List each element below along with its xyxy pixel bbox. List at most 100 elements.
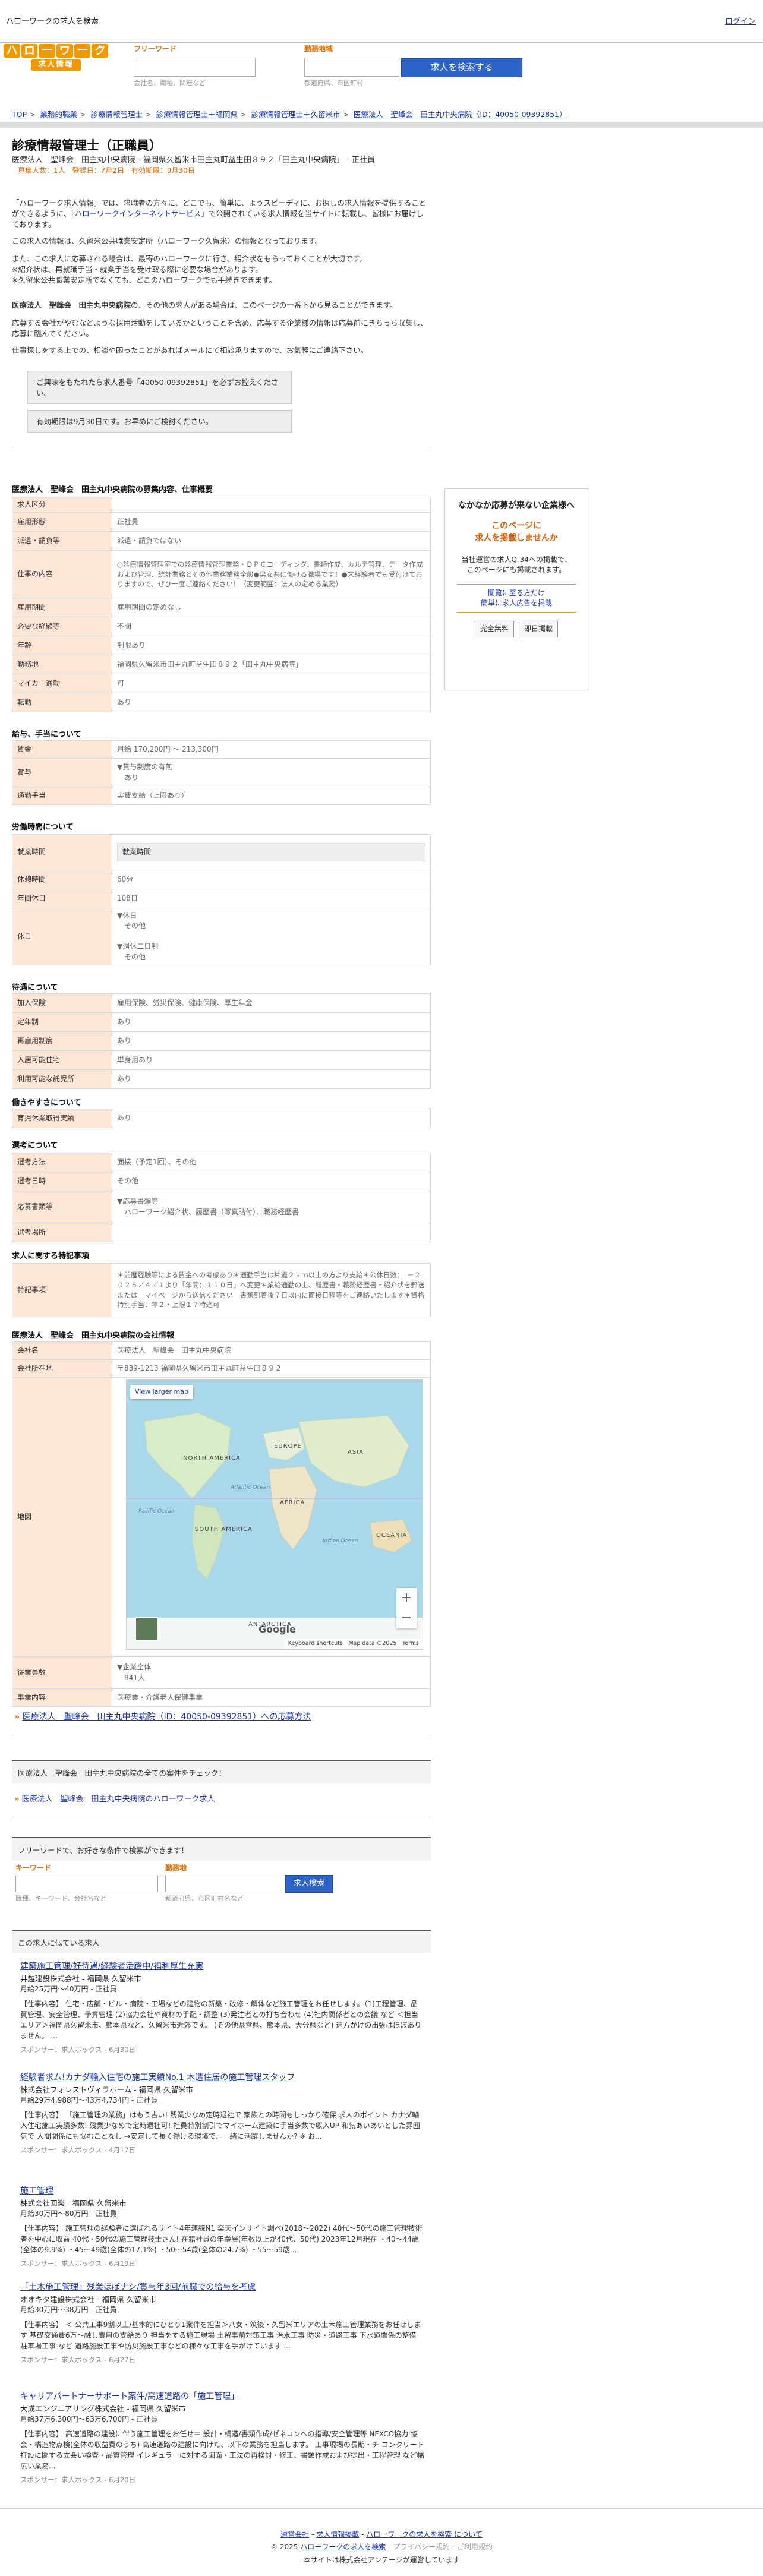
arrow-icon: » <box>14 1795 20 1804</box>
bottom-search-button[interactable]: 求人検索 <box>285 1875 333 1893</box>
similar-job-sponsor: スポンサー：求人ボックス - 6月20日 <box>20 2475 424 2485</box>
field-label: 就業時間 <box>12 834 112 870</box>
company-jobs-link[interactable]: 医療法人 聖峰会 田主丸中央病院のハローワーク求人 <box>22 1795 215 1804</box>
about-link[interactable]: ハローワークの求人を検索 について <box>366 2530 482 2539</box>
selection-table: 選考方法 面接（予定1回）、その他 選考日時 その他 応募書類等 ▼応募書類等 ハロー… <box>12 1153 431 1242</box>
sponsor-text: スポンサー：求人ボックス - <box>20 2259 109 2268</box>
side-text: このページにも掲載されます。 <box>466 566 566 574</box>
view-larger-map-link[interactable]: View larger map <box>130 1385 193 1399</box>
similar-job-title[interactable]: 施工管理 <box>20 2186 53 2196</box>
all-jobs-heading: 医療法人 聖峰会 田主丸中央病院の全ての案件をチェック！ <box>12 1760 431 1783</box>
area-hint: 都道府県、市区町村 <box>304 79 363 87</box>
similar-job-title[interactable]: 「土木施工管理」残業ほぼナシ/賞与年3回/前職での給与を考慮 <box>20 2283 256 2292</box>
bottom-area-input[interactable] <box>165 1876 287 1893</box>
area-input[interactable] <box>304 58 399 77</box>
side-link[interactable]: 閲覧に至る方だけ <box>457 588 576 598</box>
field-value: ▼企業全体 841人 <box>112 1656 431 1689</box>
field-value <box>112 496 431 513</box>
field-value: 単身用あり <box>112 1050 431 1070</box>
map-label: EUROPE <box>274 1443 302 1450</box>
similar-job-title[interactable]: 建築施工管理/好待遇/経験者活躍中/福利厚生充実 <box>20 1962 203 1971</box>
search-button[interactable]: 求人を検索する <box>401 58 522 77</box>
similar-jobs-heading: この求人に似ている求人 <box>12 1930 431 1953</box>
field-label: 利用可能な託児所 <box>12 1069 112 1089</box>
login-link[interactable]: ログイン <box>725 17 756 28</box>
similar-job-item: キャリアパートナーサポート案件/高速道路の「施工管理」 大成エンジニアリング株式… <box>20 2391 424 2485</box>
section-heading-pay: 給与、手当について <box>12 730 81 739</box>
field-value: 不問 <box>112 617 431 637</box>
field-value: 福岡県久留米市田主丸町益生田８９２「田主丸中央病院」 <box>112 655 431 675</box>
field-value: あり <box>112 1109 431 1128</box>
divider-bar <box>0 122 763 128</box>
site-home-link[interactable]: ハローワークの求人を検索 <box>300 2543 386 2551</box>
map-zoom-control: + − <box>396 1588 417 1628</box>
map-type-toggle[interactable] <box>135 1617 159 1641</box>
copyright-text: © 2025 <box>270 2543 301 2552</box>
company-link[interactable]: 運営会社 <box>280 2530 309 2539</box>
field-value: ＊前歴経験等による賃金への考慮あり＊通勤手当は片道２ｋｍ以上の方より支給＊公休日… <box>112 1263 431 1317</box>
field-label: 選考方法 <box>12 1153 112 1172</box>
similar-job-company: 井越建設株式会社 - 福岡県 久留米市 <box>20 1974 141 1984</box>
logo-char: ロ <box>21 44 38 58</box>
job-title: 診療情報管理士（正職員） <box>12 138 162 153</box>
hours-table: 就業時間 就業時間 休憩時間 60分 年間休日 108日 休日 ▼休日 その他 ▼週休二… <box>12 834 431 965</box>
side-link[interactable]: 簡単に求人広告を掲載 <box>457 598 576 608</box>
similar-job-title[interactable]: 経験者求ム!カナダ輸入住宅の施工実績No.1 木造住居の施工管理スタッフ <box>20 2073 295 2082</box>
field-value: 面接（予定1回）、その他 <box>112 1153 431 1172</box>
intro-note: ※久留米公共職業安定所でなくても、どこのハローワークでも手続きできます。 <box>12 276 276 285</box>
zoom-in-button[interactable]: + <box>396 1588 417 1608</box>
keyword-input[interactable] <box>134 58 256 77</box>
hellowork-internet-link[interactable]: ハローワークインターネットサービス <box>75 209 201 218</box>
field-value <box>112 1223 431 1242</box>
section-heading-hours: 労働時間について <box>12 823 74 832</box>
field-label: 育児休業取得実績 <box>12 1109 112 1128</box>
breadcrumb-item[interactable]: 診療情報管理士 <box>90 110 143 119</box>
field-value: 60分 <box>112 870 431 889</box>
ad-link[interactable]: 求人情報掲載 <box>316 2530 359 2539</box>
free-badge[interactable]: 完全無料 <box>474 621 514 637</box>
field-label: 再雇用制度 <box>12 1031 112 1051</box>
breadcrumb-item[interactable]: TOP <box>12 110 27 119</box>
hours-subheader: 就業時間 <box>117 842 425 862</box>
sponsor-text: スポンサー：求人ボックス - <box>20 2475 109 2484</box>
field-value: あり <box>112 1012 431 1032</box>
intro-note: ※紹介状は、再就職手当・就業手当を受け取る際に必要な場合があります。 <box>12 265 263 274</box>
section-heading-special: 求人に関する特記事項 <box>12 1252 90 1261</box>
similar-job-salary: 月給29万4,988円〜43万4,734円 - 正社員 <box>20 2096 158 2105</box>
similar-job-company: 株式会社回楽 - 福岡県 久留米市 <box>20 2199 127 2208</box>
similar-job-description: 【仕事内容】 住宅・店舗・ビル・病院・工場などの建物の新築・改修・解体など施工管… <box>20 1999 422 2040</box>
field-label: マイカー通勤 <box>12 674 112 694</box>
similar-job-sponsor: スポンサー：求人ボックス - 6月19日 <box>20 2259 424 2269</box>
field-label: 休憩時間 <box>12 870 112 889</box>
breadcrumb-item[interactable]: 診療情報管理士＋久留米市 <box>251 110 340 119</box>
field-value: 雇用保険、労災保険、健康保険、厚生年金 <box>112 993 431 1013</box>
keyboard-shortcuts-link[interactable]: Keyboard shortcuts <box>288 1640 343 1647</box>
section-heading-company: 医療法人 聖峰会 田主丸中央病院の会社情報 <box>12 1331 175 1340</box>
side-text: 当社運営の求人Q-34への掲載で、 <box>461 555 572 564</box>
map-terms-link[interactable]: Terms <box>402 1640 419 1647</box>
google-map[interactable]: View larger map NORTH AMERICA SOUTH AMER… <box>126 1379 423 1650</box>
apply-method-link[interactable]: 医療法人 聖峰会 田主丸中央病院（ID：40050-09392851）への応募方… <box>23 1712 311 1722</box>
field-value: 就業時間 <box>112 834 431 870</box>
intro-other-jobs: 医療法人 聖峰会 田主丸中央病院の、その他の求人がある場合は、このページの一番下… <box>12 300 428 311</box>
footer-divider <box>0 2508 763 2509</box>
breadcrumb-item[interactable]: 業務的職業 <box>40 110 77 119</box>
field-value: 雇用期間の定めなし <box>112 598 431 618</box>
policy-links[interactable]: - プライバシー規約 - ご利用規約 <box>386 2543 493 2551</box>
similar-job-title[interactable]: キャリアパートナーサポート案件/高速道路の「施工管理」 <box>20 2392 239 2401</box>
field-label: 賃金 <box>12 740 112 759</box>
field-label: 事業内容 <box>12 1688 112 1707</box>
site-name: ハローワークの求人を検索 <box>6 17 99 26</box>
breadcrumb-item[interactable]: 医療法人 聖峰会 田主丸中央病院（ID：40050-09392851） <box>354 110 567 119</box>
map-label: Atlantic Ocean <box>231 1485 270 1491</box>
zoom-out-button[interactable]: − <box>396 1608 417 1628</box>
similar-job-date: 6月30日 <box>109 2045 136 2054</box>
field-label: 地図 <box>12 1377 112 1657</box>
field-label: 会社名 <box>12 1341 112 1360</box>
hellowork-logo[interactable]: ハ ロ ー ワ ー ク 求人情報 <box>4 44 109 74</box>
bottom-keyword-input[interactable] <box>15 1876 158 1893</box>
map-label: ASIA <box>348 1449 364 1456</box>
sameday-badge[interactable]: 即日掲載 <box>519 621 559 637</box>
field-value: あり <box>112 693 431 713</box>
breadcrumb-item[interactable]: 診療情報管理士＋福岡県 <box>156 110 238 119</box>
